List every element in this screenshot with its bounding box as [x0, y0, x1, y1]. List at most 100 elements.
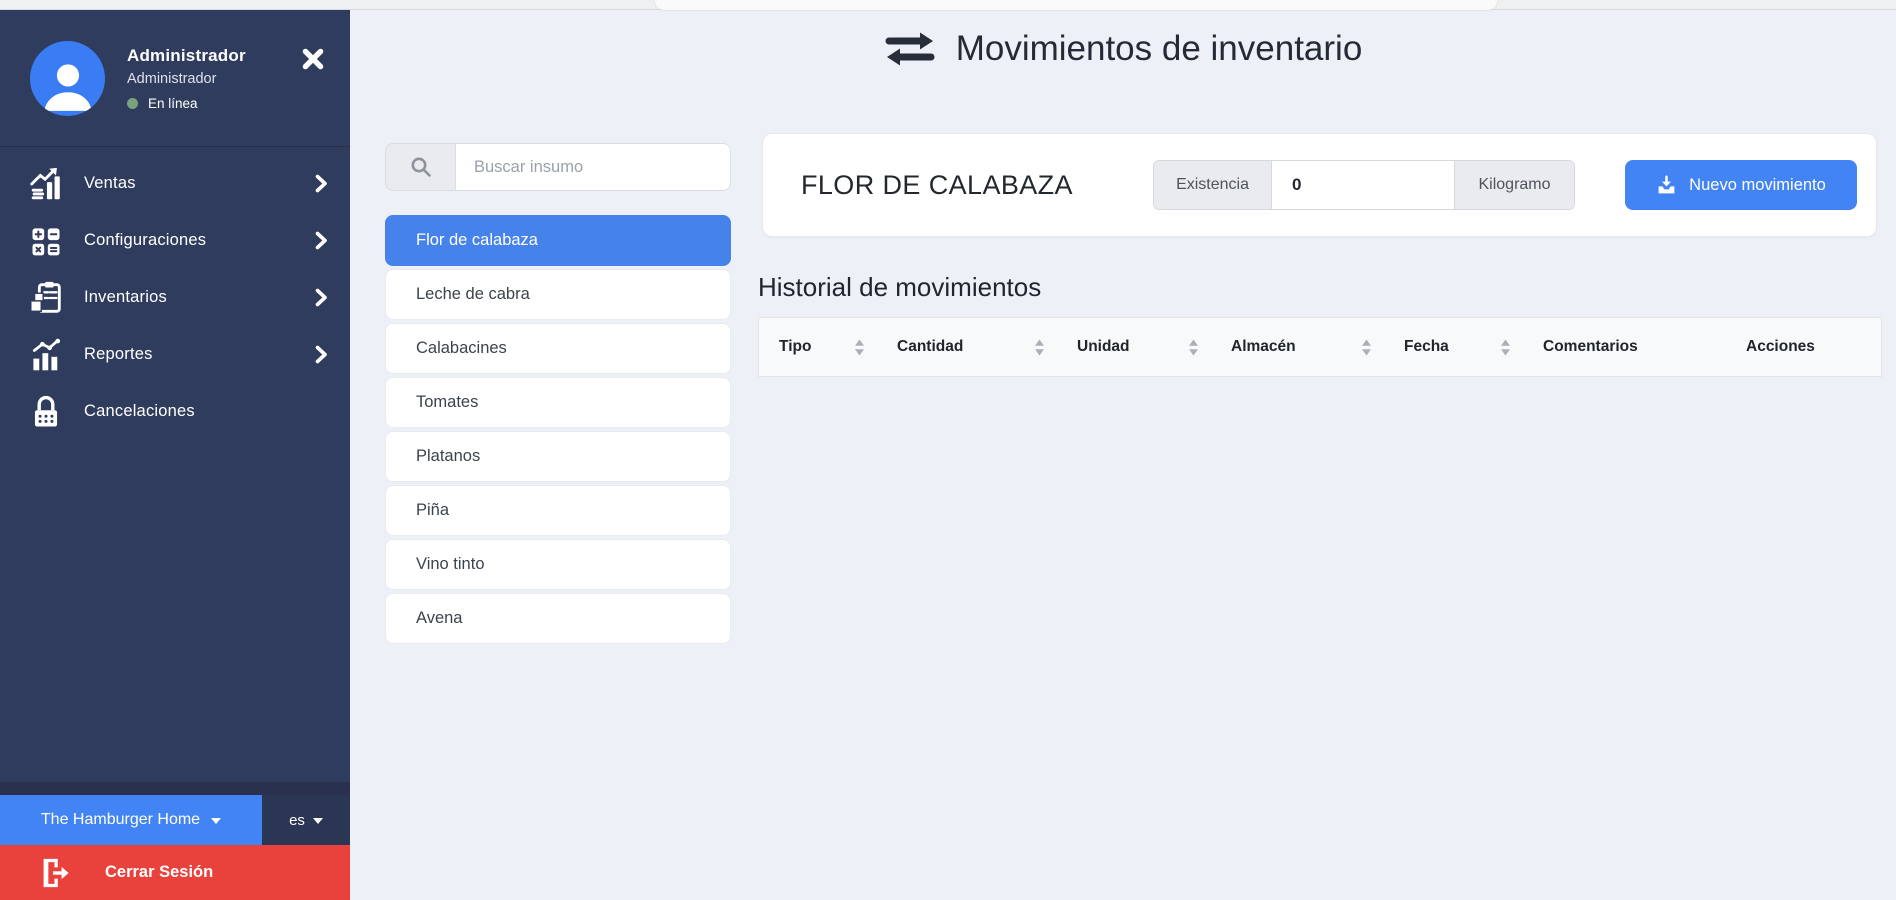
sidebar-item-configuraciones[interactable]: Configuraciones — [0, 212, 350, 269]
insumo-item-avena[interactable]: Avena — [385, 593, 731, 644]
column-header-tipo[interactable]: Tipo — [759, 318, 877, 376]
user-status: En línea — [127, 96, 246, 111]
new-movement-button[interactable]: Nuevo movimiento — [1625, 160, 1857, 210]
sort-icon — [1188, 339, 1199, 356]
sidebar-item-label: Configuraciones — [84, 231, 206, 250]
column-header-label: Tipo — [779, 338, 811, 356]
insumo-item-platanos[interactable]: Platanos — [385, 431, 731, 482]
search-group — [385, 143, 731, 191]
sidebar-item-ventas[interactable]: Ventas — [0, 155, 350, 212]
unit-label: Kilogramo — [1455, 161, 1574, 209]
insumo-item-tomates[interactable]: Tomates — [385, 377, 731, 428]
calculator-icon — [26, 221, 66, 261]
lock-icon — [26, 392, 66, 432]
column-header-unidad[interactable]: Unidad — [1057, 318, 1211, 376]
insumo-item-label: Platanos — [416, 447, 480, 466]
user-status-label: En línea — [148, 96, 198, 111]
insumo-item-label: Avena — [416, 609, 463, 628]
sidebar-item-label: Cancelaciones — [84, 402, 195, 421]
sidebar-item-cancelaciones[interactable]: Cancelaciones — [0, 383, 350, 440]
chevron-right-icon — [315, 231, 328, 250]
footer-shadow — [0, 782, 350, 795]
column-header-fecha[interactable]: Fecha — [1384, 318, 1523, 376]
insumo-item-label: Piña — [416, 501, 449, 520]
sign-out-icon — [37, 856, 71, 890]
user-info: Administrador Administrador En línea — [127, 46, 246, 111]
insumo-item-flor-de-calabaza[interactable]: Flor de calabaza — [385, 215, 731, 266]
existencia-input[interactable] — [1271, 161, 1455, 209]
search-icon — [385, 143, 455, 191]
logout-label: Cerrar Sesión — [105, 863, 213, 882]
sidebar-menu: Ventas Configuraciones Inventarios Reportes… — [0, 147, 350, 440]
insumo-item-label: Flor de calabaza — [416, 231, 538, 250]
insumo-item-vino-tinto[interactable]: Vino tinto — [385, 539, 731, 590]
history-title: Historial de movimientos — [758, 272, 1041, 303]
avatar — [30, 41, 105, 116]
chevron-right-icon — [315, 174, 328, 193]
insumo-panel: Flor de calabaza Leche de cabra Calabacine… — [385, 143, 731, 647]
logout-button[interactable]: Cerrar Sesión — [0, 845, 350, 900]
sales-chart-icon — [26, 164, 66, 204]
page-title-text: Movimientos de inventario — [956, 29, 1363, 69]
language-dropdown[interactable]: es — [262, 795, 350, 845]
sidebar-item-label: Reportes — [84, 345, 153, 364]
sidebar-item-reportes[interactable]: Reportes — [0, 326, 350, 383]
hamburger-home-label: The Hamburger Home — [41, 811, 200, 829]
column-header-label: Fecha — [1404, 338, 1449, 356]
table-header: Tipo Cantidad Unidad Almacén Fecha Comentario… — [758, 317, 1882, 377]
chevron-down-icon — [211, 818, 221, 824]
language-label: es — [289, 812, 305, 829]
detail-panel: FLOR DE CALABAZA Existencia Kilogramo Nu… — [762, 133, 1877, 237]
chevron-right-icon — [315, 288, 328, 307]
column-header-comentarios: Comentarios — [1523, 318, 1726, 376]
insumo-item-label: Vino tinto — [416, 555, 485, 574]
column-header-label: Acciones — [1746, 338, 1815, 356]
sort-icon — [1034, 339, 1045, 356]
chevron-right-icon — [315, 345, 328, 364]
sidebar: Administrador Administrador En línea Ven… — [0, 10, 350, 900]
sidebar-item-inventarios[interactable]: Inventarios — [0, 269, 350, 326]
inventory-clipboard-icon — [26, 278, 66, 318]
sidebar-item-label: Ventas — [84, 174, 136, 193]
user-name: Administrador — [127, 46, 246, 66]
page-title: Movimientos de inventario — [350, 28, 1896, 70]
insumo-item-label: Leche de cabra — [416, 285, 530, 304]
column-header-label: Cantidad — [897, 338, 963, 356]
person-icon — [37, 54, 99, 116]
detail-card: FLOR DE CALABAZA Existencia Kilogramo Nu… — [762, 133, 1877, 237]
exchange-arrows-icon — [884, 28, 936, 70]
insumo-item-label: Tomates — [416, 393, 478, 412]
download-icon — [1656, 175, 1677, 196]
insumo-item-leche-de-cabra[interactable]: Leche de cabra — [385, 269, 731, 320]
column-header-almacen[interactable]: Almacén — [1211, 318, 1384, 376]
column-header-label: Almacén — [1231, 338, 1296, 356]
existencia-label: Existencia — [1154, 161, 1271, 209]
sort-icon — [1361, 339, 1372, 356]
sidebar-item-label: Inventarios — [84, 288, 167, 307]
search-input[interactable] — [455, 143, 731, 191]
online-dot-icon — [127, 98, 138, 109]
user-role: Administrador — [127, 71, 246, 87]
insumo-item-label: Calabacines — [416, 339, 507, 358]
column-header-cantidad[interactable]: Cantidad — [877, 318, 1057, 376]
browser-strip-highlight — [655, 0, 1497, 10]
insumo-item-calabacines[interactable]: Calabacines — [385, 323, 731, 374]
hamburger-home-dropdown[interactable]: The Hamburger Home — [0, 795, 262, 845]
insumo-title: FLOR DE CALABAZA — [801, 170, 1073, 201]
sidebar-footer: The Hamburger Home es Cerrar Sesión — [0, 782, 350, 900]
report-chart-icon — [26, 335, 66, 375]
existence-input-group: Existencia Kilogramo — [1153, 160, 1575, 210]
sort-icon — [854, 339, 865, 356]
user-panel: Administrador Administrador En línea — [0, 10, 350, 147]
insumo-item-pina[interactable]: Piña — [385, 485, 731, 536]
new-movement-label: Nuevo movimiento — [1689, 176, 1826, 195]
browser-top-strip — [0, 0, 1896, 10]
column-header-acciones: Acciones — [1726, 318, 1881, 376]
chevron-down-icon — [313, 818, 323, 824]
insumo-list: Flor de calabaza Leche de cabra Calabacine… — [385, 215, 731, 644]
column-header-label: Unidad — [1077, 338, 1130, 356]
sort-icon — [1500, 339, 1511, 356]
column-header-label: Comentarios — [1543, 338, 1638, 356]
close-icon[interactable] — [300, 46, 326, 72]
main-content: Movimientos de inventario Flor de calaba… — [350, 10, 1896, 900]
